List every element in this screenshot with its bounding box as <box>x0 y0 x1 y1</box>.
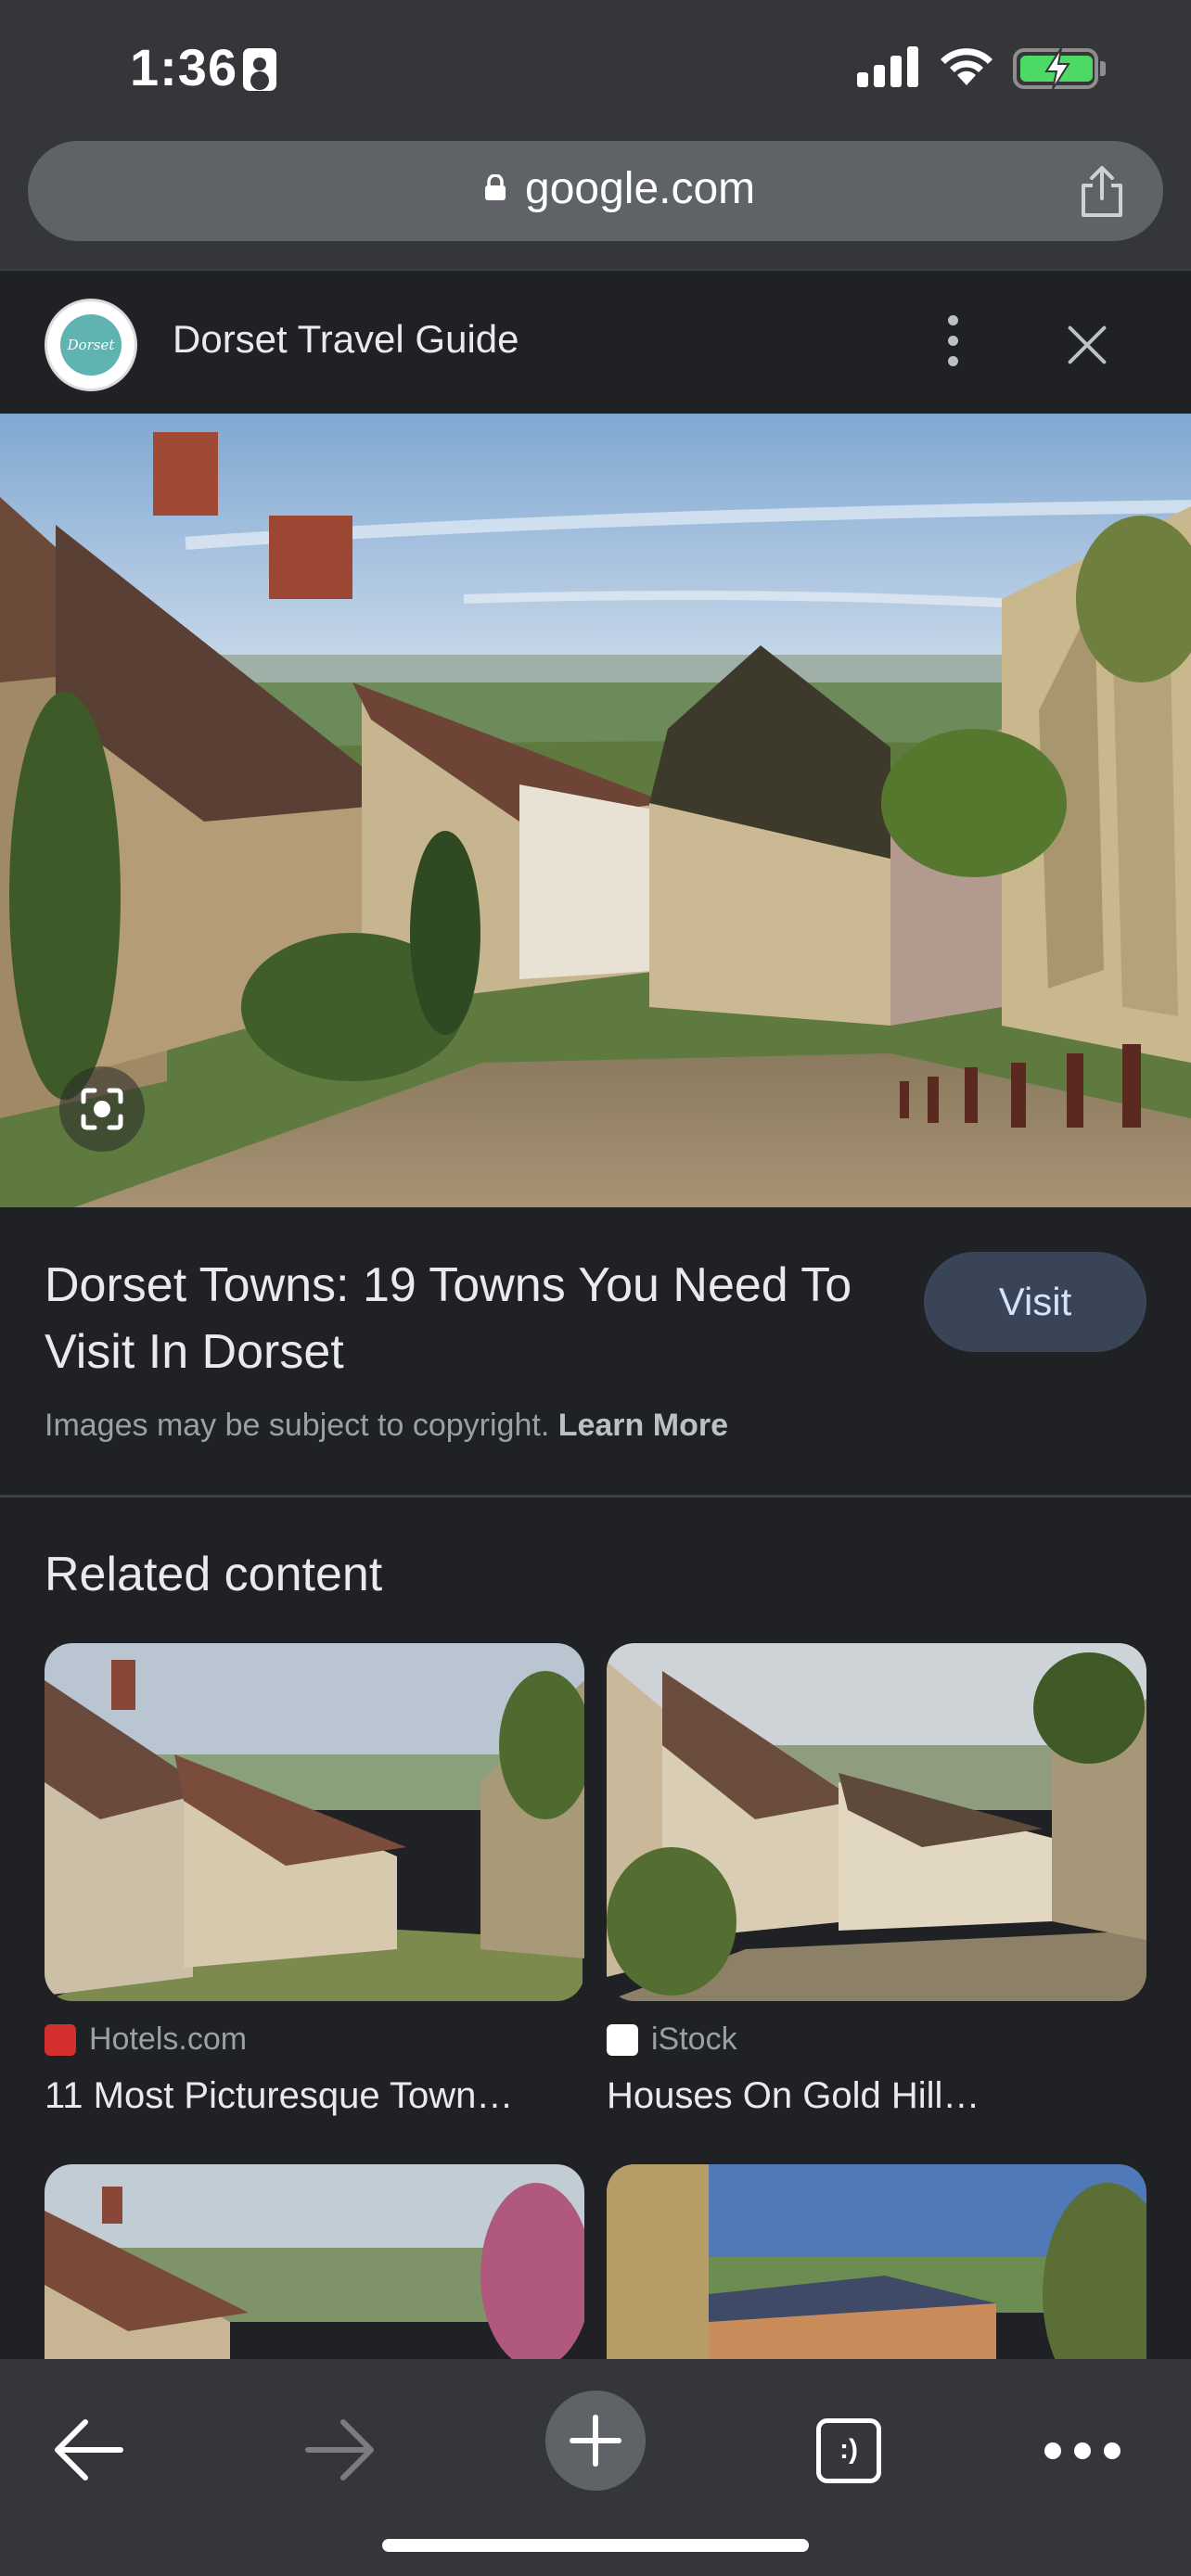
learn-more-link[interactable]: Learn More <box>558 1408 728 1443</box>
status-time: 1:36 <box>130 38 238 96</box>
lock-icon <box>485 174 506 200</box>
copyright-notice: Images may be subject to copyright. Lear… <box>45 1408 728 1443</box>
forward-arrow-icon[interactable] <box>302 2415 377 2485</box>
share-icon[interactable] <box>1076 165 1128 219</box>
related-card-image[interactable] <box>45 1643 584 2001</box>
charging-bolt-icon <box>1044 47 1070 90</box>
new-tab-button[interactable] <box>545 2391 646 2491</box>
related-card-caption[interactable]: Houses On Gold Hill… <box>607 2075 980 2117</box>
divider <box>0 1495 1191 1498</box>
lens-icon[interactable] <box>59 1066 145 1152</box>
home-indicator <box>382 2539 809 2552</box>
hotels-logo-icon <box>45 2023 76 2056</box>
tab-switcher-button[interactable]: :) <box>816 2418 881 2483</box>
related-card-source: iStock <box>607 2021 737 2058</box>
more-horiz-icon[interactable] <box>1044 2442 1121 2459</box>
close-icon[interactable] <box>1065 323 1109 367</box>
related-card-source: Hotels.com <box>45 2021 247 2058</box>
related-card[interactable]: iStock Houses On Gold Hill… <box>607 1643 1146 2116</box>
back-arrow-icon[interactable] <box>52 2415 126 2485</box>
istock-logo-icon <box>607 2023 638 2056</box>
related-content-heading: Related content <box>45 1548 383 1601</box>
related-card-caption[interactable]: 11 Most Picturesque Town… <box>45 2075 513 2117</box>
hero-image[interactable] <box>0 414 1191 1207</box>
url-text: google.com <box>525 164 756 213</box>
more-vert-icon[interactable] <box>942 315 965 371</box>
site-name[interactable]: Dorset Travel Guide <box>173 317 519 362</box>
address-bar[interactable]: google.com <box>28 141 1163 241</box>
cellular-signal-icon <box>857 46 918 87</box>
related-card-image[interactable] <box>607 1643 1146 2001</box>
status-bar: 1:36 <box>0 0 1191 139</box>
panel-header: Dorset Dorset Travel Guide <box>0 269 1191 414</box>
wifi-icon <box>941 48 992 85</box>
contact-card-icon <box>243 48 276 91</box>
result-title[interactable]: Dorset Towns: 19 Towns You Need To Visit… <box>45 1252 861 1385</box>
site-logo[interactable]: Dorset <box>45 299 137 391</box>
related-card[interactable]: Hotels.com 11 Most Picturesque Town… <box>45 1643 584 2116</box>
visit-button[interactable]: Visit <box>924 1252 1146 1352</box>
